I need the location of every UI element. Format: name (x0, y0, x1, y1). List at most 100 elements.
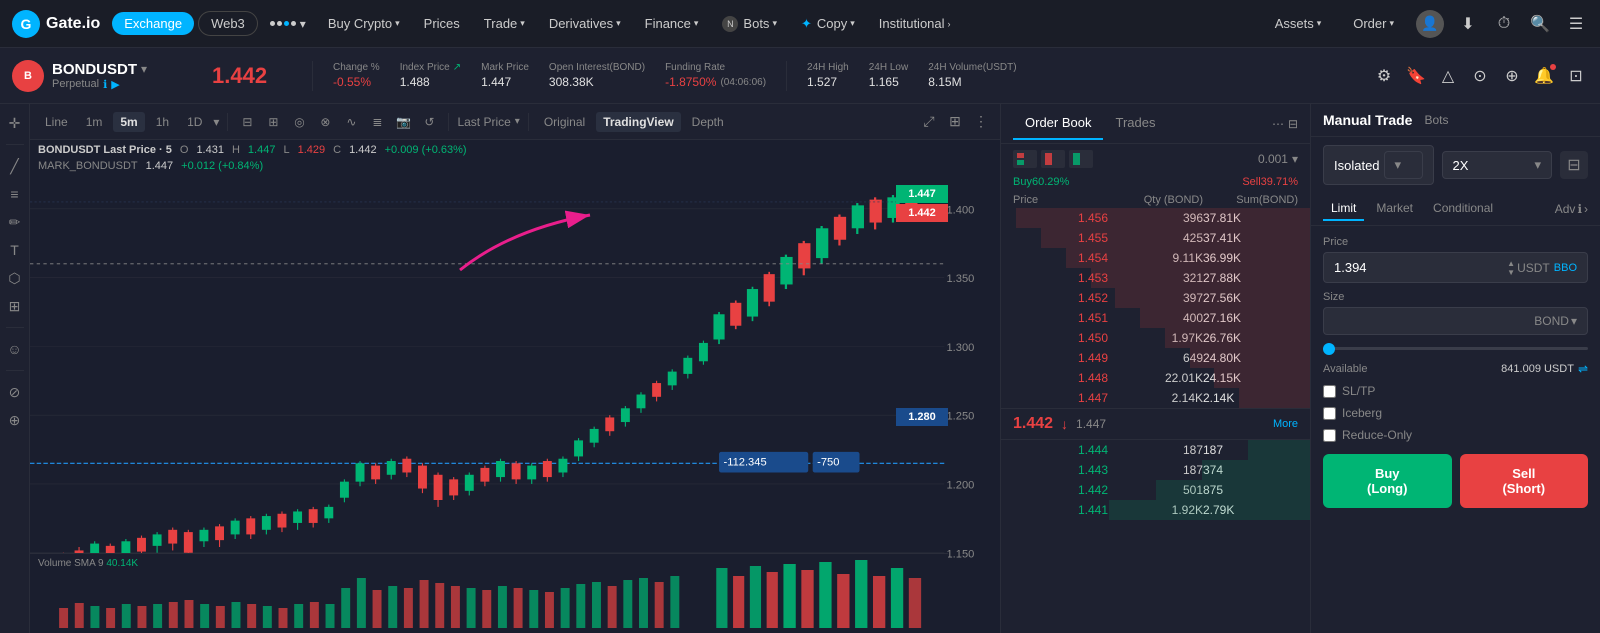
reduce-only-checkbox[interactable]: Reduce-Only (1323, 428, 1588, 442)
slider-track[interactable] (1323, 347, 1588, 350)
web3-button[interactable]: Web3 (198, 11, 258, 36)
sell-short-button[interactable]: Sell(Short) (1460, 454, 1589, 508)
logo[interactable]: G Gate.io (12, 10, 100, 38)
1m-btn[interactable]: 1m (79, 112, 110, 132)
grid-icon[interactable]: ⊞ (944, 111, 966, 133)
tab-order-book[interactable]: Order Book (1013, 107, 1103, 140)
menu-icon[interactable]: ☰ (1564, 12, 1588, 36)
reduce-only-check[interactable] (1323, 429, 1336, 442)
zoom-in-tool[interactable]: ⊕ (4, 409, 26, 431)
ask-row[interactable]: 1.451 400 27.16K (1001, 308, 1310, 328)
bid-row[interactable]: 1.441 1.92K 2.79K (1001, 500, 1310, 520)
size-unit-select[interactable]: BOND ▾ (1534, 314, 1577, 328)
mode-select[interactable]: Isolated ▾ (1323, 145, 1434, 185)
timer-icon[interactable]: ⏱ (1492, 12, 1516, 36)
measure-tool[interactable]: ⊞ (4, 295, 26, 317)
ask-row[interactable]: 1.453 321 27.88K (1001, 268, 1310, 288)
price-increment[interactable]: ▲ (1505, 259, 1517, 267)
download-icon[interactable]: ⬇ (1456, 12, 1480, 36)
ob-more-link[interactable]: More (1273, 418, 1298, 430)
panel-layout-icon[interactable]: ⊟ (1288, 117, 1298, 131)
emoji-tool[interactable]: ☺ (4, 338, 26, 360)
pair-dropdown-icon[interactable]: ▾ (141, 62, 147, 76)
tab-trades[interactable]: Trades (1103, 107, 1167, 140)
order-type-adv[interactable]: Adv ℹ › (1555, 202, 1588, 216)
depth-btn[interactable]: Depth (685, 112, 731, 132)
price-type-arrow[interactable]: ▾ (515, 116, 520, 127)
pencil-tool[interactable]: ✏ (4, 211, 26, 233)
play-icon[interactable]: ▶ (111, 78, 119, 91)
eraser-tool[interactable]: ⊘ (4, 381, 26, 403)
leverage-select[interactable]: 2X ▾ (1442, 151, 1553, 179)
ob-type-both[interactable] (1013, 150, 1037, 168)
bar-chart-icon[interactable]: ⊞ (262, 111, 284, 133)
expand-chart-icon[interactable]: ⤢ (918, 111, 940, 133)
eye-icon[interactable]: ◎ (288, 111, 310, 133)
ask-row[interactable]: 1.456 396 37.81K (1001, 208, 1310, 228)
5m-btn[interactable]: 5m (113, 112, 144, 132)
refresh-icon[interactable]: ↺ (418, 111, 440, 133)
expand-icon[interactable]: ⊡ (1564, 64, 1588, 88)
sl-tp-checkbox[interactable]: SL/TP (1323, 384, 1588, 398)
exchange-button[interactable]: Exchange (112, 12, 194, 35)
clock-icon[interactable]: ⊙ (1468, 64, 1492, 88)
dots-menu[interactable]: ▾ (262, 13, 314, 35)
trade-panel-bots[interactable]: Bots (1424, 113, 1448, 127)
network-tool[interactable]: ⬡ (4, 267, 26, 289)
slider-thumb[interactable] (1323, 343, 1335, 355)
ask-row[interactable]: 1.450 1.97K 26.76K (1001, 328, 1310, 348)
nav-buy-crypto[interactable]: Buy Crypto ▾ (318, 10, 410, 37)
iceberg-check[interactable] (1323, 407, 1336, 420)
bell-icon[interactable]: 🔔 (1532, 64, 1556, 88)
ask-row[interactable]: 1.454 9.11K 36.99K (1001, 248, 1310, 268)
size-input[interactable]: BOND ▾ (1323, 307, 1588, 335)
bookmark-icon[interactable]: 🔖 (1404, 64, 1428, 88)
nav-assets[interactable]: Assets ▾ (1265, 10, 1332, 37)
ob-type-ask[interactable] (1041, 150, 1065, 168)
bbo-link[interactable]: BBO (1554, 262, 1577, 274)
ob-type-bid[interactable] (1069, 150, 1093, 168)
nav-prices[interactable]: Prices (414, 10, 470, 37)
alert-icon[interactable]: △ (1436, 64, 1460, 88)
search-icon[interactable]: 🔍 (1528, 12, 1552, 36)
price-stepper[interactable]: ▲ ▼ (1505, 259, 1517, 276)
price-input[interactable]: 1.394 ▲ ▼ USDT BBO (1323, 252, 1588, 283)
ob-depth-select[interactable]: 0.001 ▾ (1258, 152, 1298, 166)
iceberg-checkbox[interactable]: Iceberg (1323, 406, 1588, 420)
nav-order[interactable]: Order ▾ (1343, 10, 1404, 37)
calculator-button[interactable]: ⊟ (1560, 151, 1588, 179)
cursor-tool[interactable]: ✛ (4, 112, 26, 134)
ask-row[interactable]: 1.452 397 27.56K (1001, 288, 1310, 308)
refresh-icon[interactable]: ⇌ (1578, 362, 1588, 376)
ask-row[interactable]: 1.455 425 37.41K (1001, 228, 1310, 248)
timeframe-more-icon[interactable]: ▾ (213, 115, 219, 129)
bid-row[interactable]: 1.443 187 374 (1001, 460, 1310, 480)
candle-chart-icon[interactable]: ⊟ (236, 111, 258, 133)
more-options-icon[interactable]: ⋮ (970, 111, 992, 133)
order-type-limit[interactable]: Limit (1323, 197, 1364, 221)
nav-institutional[interactable]: Institutional › (869, 10, 961, 37)
order-type-market[interactable]: Market (1368, 197, 1421, 221)
ask-row[interactable]: 1.449 649 24.80K (1001, 348, 1310, 368)
nav-copy[interactable]: ✦ Copy ▾ (791, 10, 865, 38)
text-tool[interactable]: T (4, 239, 26, 261)
settings-icon[interactable]: ⚙ (1372, 64, 1396, 88)
original-btn[interactable]: Original (537, 112, 592, 132)
ask-row[interactable]: 1.448 22.01K 24.15K (1001, 368, 1310, 388)
1d-btn[interactable]: 1D (180, 112, 209, 132)
nav-finance[interactable]: Finance ▾ (635, 10, 709, 37)
1h-btn[interactable]: 1h (149, 112, 176, 132)
sl-tp-check[interactable] (1323, 385, 1336, 398)
delete-icon[interactable]: ⊗ (314, 111, 336, 133)
nav-bots[interactable]: N Bots ▾ (712, 10, 787, 38)
share-icon[interactable]: ⊕ (1500, 64, 1524, 88)
order-type-conditional[interactable]: Conditional (1425, 197, 1501, 221)
camera-icon[interactable]: 📷 (392, 111, 414, 133)
nav-derivatives[interactable]: Derivatives ▾ (539, 10, 631, 37)
indicator-icon[interactable]: ∿ (340, 111, 362, 133)
buy-long-button[interactable]: Buy(Long) (1323, 454, 1452, 508)
horizontal-line-tool[interactable]: ≡ (4, 183, 26, 205)
bid-row[interactable]: 1.442 501 875 (1001, 480, 1310, 500)
nav-trade[interactable]: Trade ▾ (474, 10, 535, 37)
line-tool[interactable]: ╱ (4, 155, 26, 177)
